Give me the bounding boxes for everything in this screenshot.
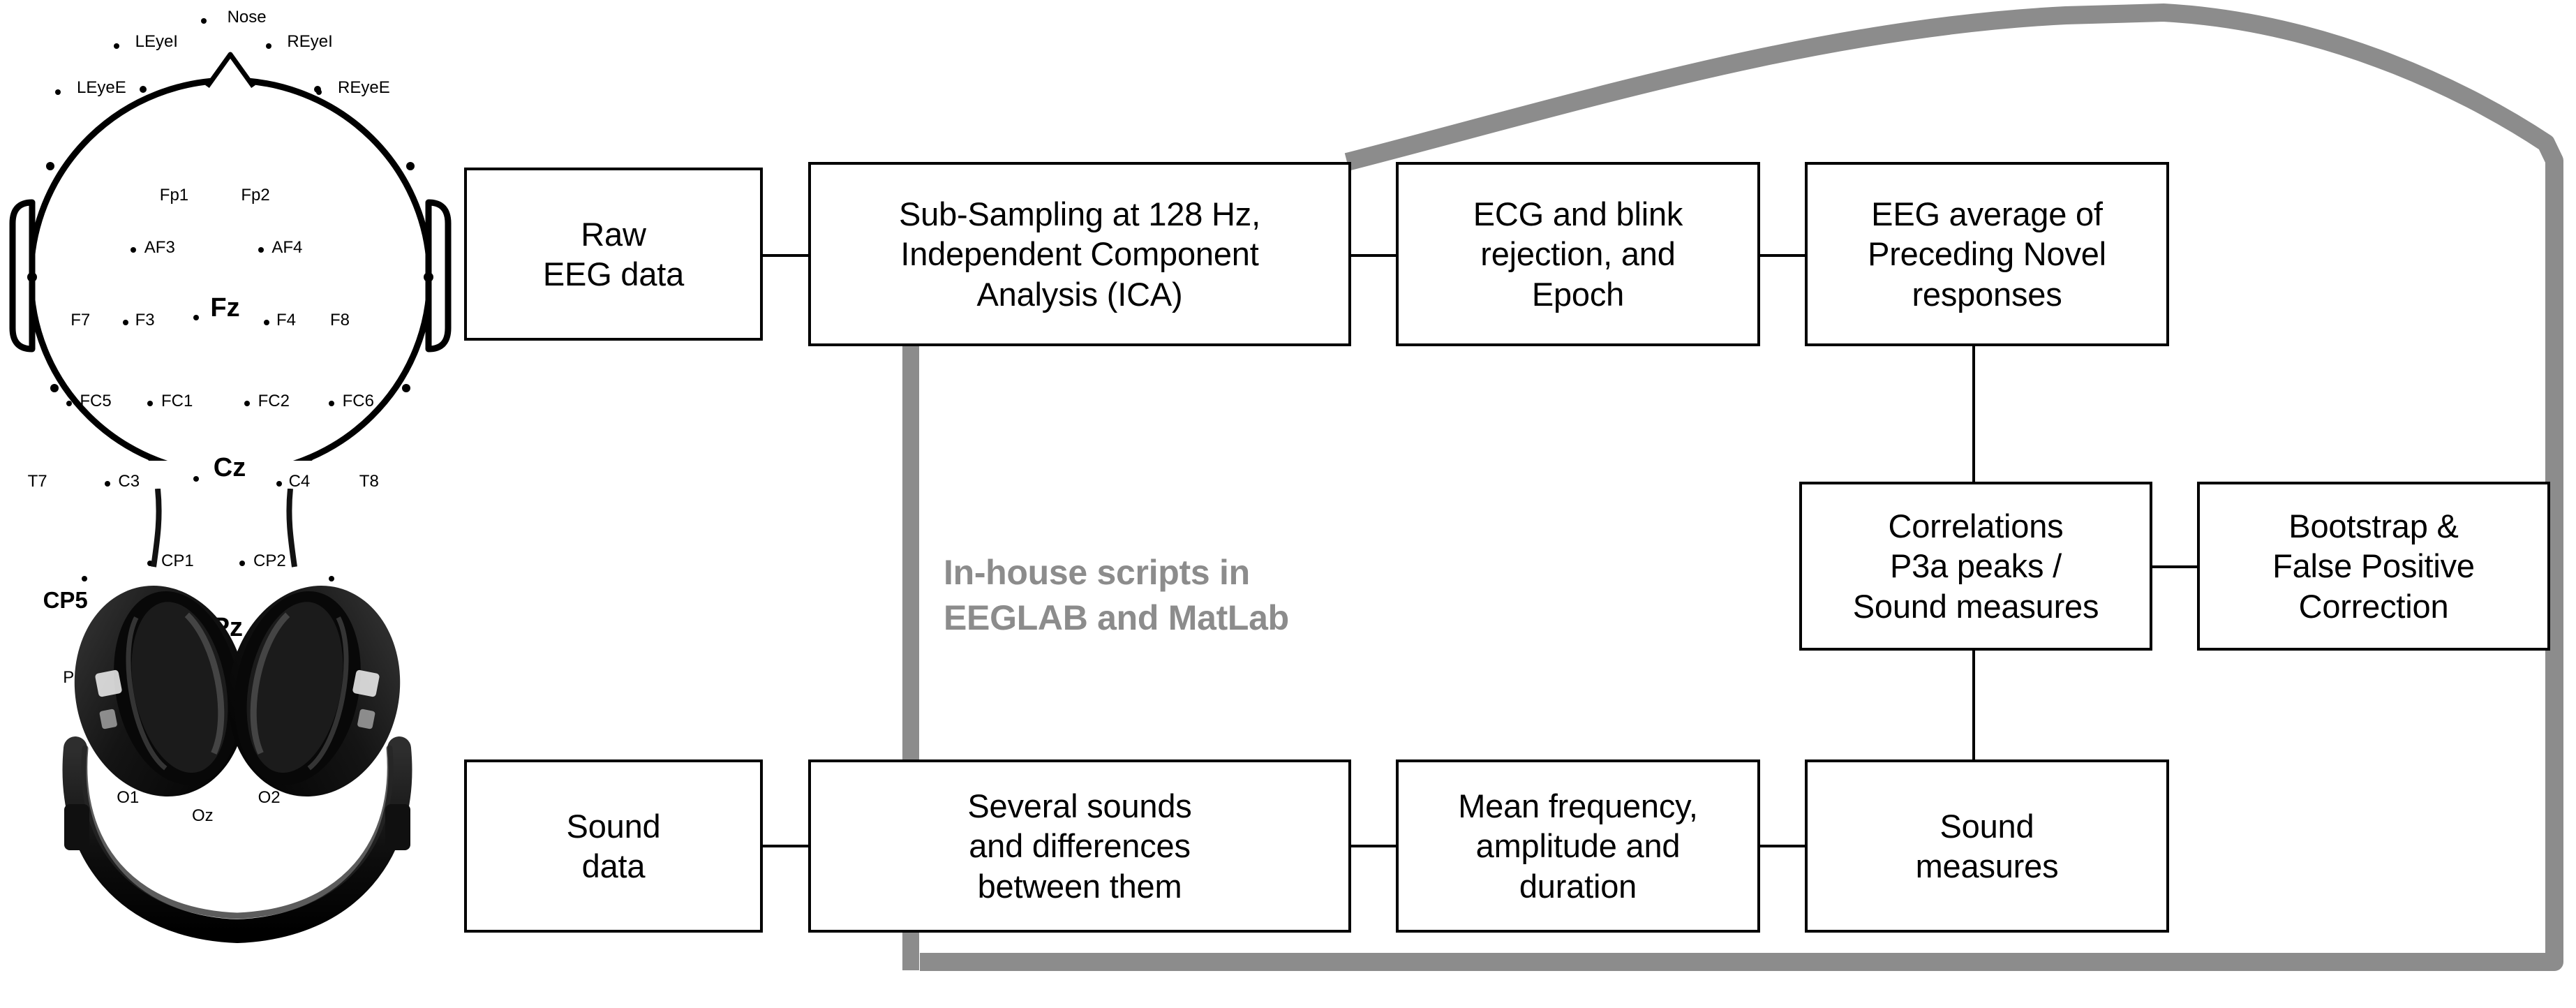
eeg-electrode-label: AF4 [271, 238, 303, 258]
box-eeg-average-novel[interactable]: EEG average of Preceding Novel responses [1805, 162, 2169, 346]
eeg-electrode-label: C3 [118, 471, 140, 491]
connector-ecg-to-average [1759, 254, 1808, 257]
pipeline-note-label: In-house scripts in EEGLAB and MatLab [944, 553, 1289, 637]
eeg-electrode-label: FC2 [258, 392, 290, 411]
box-several-sounds[interactable]: Several sounds and differences between t… [808, 759, 1351, 933]
eeg-electrode-label: T8 [359, 471, 379, 491]
eeg-electrode-map: Nose LEyeI REyeI LEyeE REyeE Fp1 Fp2 AF3 AF4 F7 F3… [0, 0, 461, 824]
box-correlations-p3a[interactable]: Correlations P3a peaks / Sound measures [1799, 482, 2152, 651]
eeg-electrode-dot [66, 401, 72, 407]
connector-raw-to-subsample [761, 254, 810, 257]
box-sound-data[interactable]: Sound data [464, 759, 763, 933]
eeg-electrode-label: Fz [210, 293, 240, 323]
eeg-electrode-label: Fp1 [159, 186, 189, 205]
eeg-electrode-label: Nose [227, 8, 267, 27]
eeg-electrode-dot [328, 401, 334, 407]
eeg-electrode-label: FC6 [342, 392, 374, 411]
eeg-electrode-label: AF3 [144, 238, 175, 258]
eeg-electrode-dot [316, 89, 322, 95]
box-sound-measures[interactable]: Sound measures [1805, 759, 2169, 933]
eeg-electrode-dot [244, 401, 250, 407]
eeg-electrode-dot [55, 89, 61, 95]
eeg-electrode-label: FC1 [161, 392, 193, 411]
connector-correlations-to-sound-measures [1972, 651, 1975, 759]
eeg-electrode-label: REyeE [338, 78, 390, 98]
connector-meanfreq-to-sound-measures [1759, 845, 1808, 847]
eeg-electrode-label: LEyeI [135, 32, 178, 52]
eeg-electrode-label: F3 [135, 310, 155, 329]
box-ecg-blink-rejection[interactable]: ECG and blink rejection, and Epoch [1396, 162, 1760, 346]
eeg-electrode-label: Fp2 [241, 186, 270, 205]
eeg-electrode-dot [264, 319, 270, 325]
eeg-electrode-dot [193, 476, 200, 482]
eeg-electrode-label: FC5 [80, 392, 112, 411]
eeg-electrode-dot [113, 43, 119, 49]
connector-subsample-to-ecg [1348, 254, 1397, 257]
eeg-head-outline [9, 52, 452, 477]
eeg-electrode-label: T7 [27, 471, 47, 491]
box-sub-sampling-ica[interactable]: Sub-Sampling at 128 Hz, Independent Comp… [808, 162, 1351, 346]
box-mean-frequency[interactable]: Mean frequency, amplitude and duration [1396, 759, 1760, 933]
eeg-electrode-label: F8 [330, 310, 350, 329]
eeg-electrode-label: F4 [276, 310, 297, 329]
eeg-electrode-dot [123, 319, 128, 325]
eeg-electrode-label: LEyeE [77, 78, 126, 98]
eeg-electrode-label: F7 [70, 310, 91, 329]
connector-average-to-correlations [1972, 341, 1975, 482]
connector-sound-data-to-several [761, 845, 810, 847]
eeg-electrode-label: Cz [213, 453, 246, 483]
diagram-canvas: In-house scripts in EEGLAB and MatLab No… [0, 0, 2576, 1008]
box-bootstrap-false-positive[interactable]: Bootstrap & False Positive Correction [2197, 482, 2550, 651]
eeg-electrode-label: REyeI [287, 32, 333, 52]
eeg-electrode-label: C4 [288, 471, 311, 491]
connector-several-to-meanfreq [1348, 845, 1397, 847]
connector-correlations-to-bootstrap [2150, 565, 2198, 568]
headphones-image [62, 489, 412, 944]
eeg-electrode-dot [276, 480, 282, 487]
eeg-electrode-dot [265, 43, 271, 49]
eeg-electrode-dot [104, 480, 110, 487]
eeg-electrode-dot [258, 247, 264, 253]
box-raw-eeg-data[interactable]: Raw EEG data [464, 168, 763, 341]
